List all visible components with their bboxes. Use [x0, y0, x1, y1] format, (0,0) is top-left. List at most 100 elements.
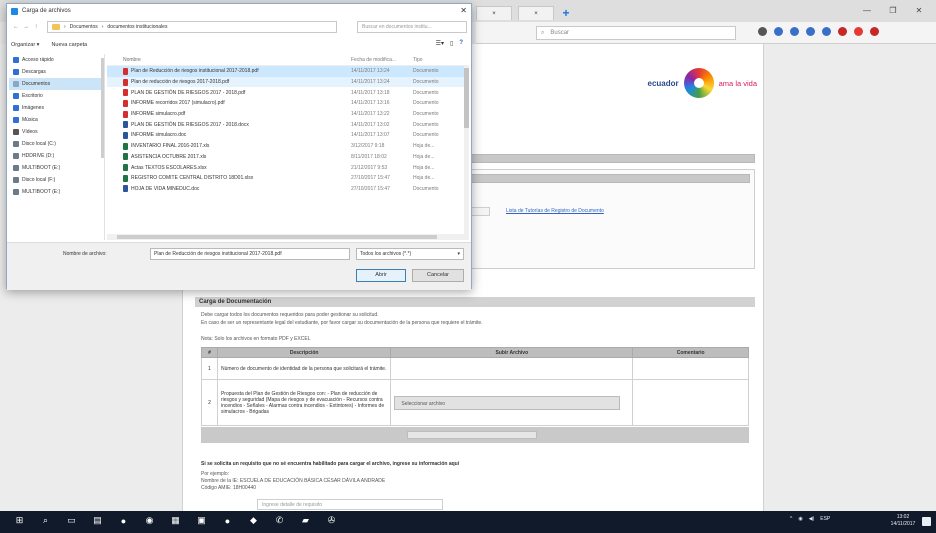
browser-tab[interactable]: × [476, 6, 512, 20]
forward-arrow-icon[interactable]: → [21, 24, 31, 30]
network-icon[interactable]: ◉ [798, 516, 802, 522]
nav-item[interactable]: Disco local (F:) [9, 174, 104, 186]
nav-item[interactable]: MULTIBOOT (E:) [9, 186, 104, 198]
folder-icon[interactable]: ▰ [300, 515, 311, 526]
select-file-label: Seleccionar archivo [401, 400, 446, 407]
chrome-icon[interactable]: ◉ [144, 515, 155, 526]
file-type-filter[interactable]: Todos los archivos (*.*) ▾ [356, 248, 464, 260]
back-arrow-icon[interactable]: ← [11, 24, 21, 30]
file-row[interactable]: INFORME simulacro.doc 14/11/2017 13:07 Doc… [107, 130, 469, 141]
minimize-icon[interactable]: — [854, 2, 880, 18]
docs-section-title: Carga de Documentación [195, 297, 755, 307]
logo-mark-icon [683, 68, 714, 98]
steam-icon[interactable]: ✇ [326, 515, 337, 526]
search-icon[interactable]: ⌕ [40, 515, 51, 526]
extension-icon[interactable] [870, 27, 879, 36]
help-icon[interactable]: ? [459, 40, 463, 47]
hscroll-thumb[interactable] [117, 235, 437, 239]
maximize-icon[interactable]: ❐ [880, 2, 906, 18]
extension-icon[interactable] [758, 27, 767, 36]
cancel-button[interactable]: Cancelar [412, 269, 464, 282]
opera-icon[interactable]: ● [222, 515, 233, 526]
phone-icon[interactable]: ✆ [274, 515, 285, 526]
breadcrumb-segment[interactable]: Documentos [70, 24, 98, 30]
nav-item[interactable]: Escritorio [9, 90, 104, 102]
file-name-cell: INFORME recorridos 2017 (simulacro).pdf [107, 99, 351, 107]
up-arrow-icon[interactable]: ↑ [31, 24, 41, 30]
requirement-detail-input[interactable]: Ingrese detalle de requisito [257, 499, 443, 510]
browser-search-field[interactable]: ⌕ Buscar [536, 26, 736, 40]
extension-icon[interactable] [854, 27, 863, 36]
extension-icon[interactable] [790, 27, 799, 36]
keyboard-language[interactable]: ESP [820, 516, 830, 522]
file-list-vscroll[interactable] [464, 66, 469, 234]
taskbar-clock[interactable]: 13:02 14/11/2017 [888, 514, 918, 528]
windows-logo-icon[interactable]: ⊞ [14, 515, 25, 526]
file-row[interactable]: INFORME simulacro.pdf 14/11/2017 13:22 Doc… [107, 109, 469, 120]
column-name[interactable]: Nombre [107, 57, 351, 63]
volume-icon[interactable]: ◀) [809, 516, 815, 522]
file-list-header: Nombre Fecha de modifica... Tipo [107, 54, 469, 66]
extension-icon[interactable] [774, 27, 783, 36]
upload-button[interactable] [407, 431, 537, 439]
dialog-close-icon[interactable]: ✕ [460, 6, 467, 15]
column-date[interactable]: Fecha de modifica... [351, 57, 413, 63]
notifications-icon[interactable] [922, 517, 931, 526]
nav-item[interactable]: Descargas [9, 66, 104, 78]
file-name-cell: REGISTRO COMITÉ CENTRAL DISTRITO 18D01.x… [107, 174, 351, 182]
extension-icon[interactable] [822, 27, 831, 36]
extension-icon[interactable] [806, 27, 815, 36]
file-row[interactable]: Plan de reducción de riesgos 2017-2018.p… [107, 76, 469, 88]
file-row[interactable]: REGISTRO COMITÉ CENTRAL DISTRITO 18D01.x… [107, 173, 469, 184]
taskbar-apps: ⊞ ⌕ ▭ ▤ ● ◉ ▦ ▣ ● ◆ ✆ ▰ ✇ [14, 515, 337, 526]
nav-item[interactable]: Música [9, 114, 104, 126]
firefox-icon[interactable]: ● [118, 515, 129, 526]
file-list-hscroll[interactable] [107, 234, 469, 240]
open-button[interactable]: Abrir [356, 269, 406, 282]
file-row[interactable]: INFORME recorridos 2017 (simulacro).pdf 1… [107, 98, 469, 109]
col-num: # [201, 347, 218, 358]
close-window-icon[interactable]: ✕ [906, 2, 932, 18]
new-folder-button[interactable]: Nueva carpeta [51, 42, 87, 48]
file-row[interactable]: INVENTARIO FINAL 2016-2017.xls 3/12/2017 … [107, 141, 469, 152]
nav-item[interactable]: Imágenes [9, 102, 104, 114]
file-row[interactable]: PLAN DE GESTIÓN DE RIESGOS 2017 - 2018.p… [107, 87, 469, 98]
breadcrumb-segment[interactable]: documentos institucionales [107, 24, 167, 30]
dialog-search-input[interactable]: Buscar en documentos institu... [357, 21, 467, 33]
table-row: 2 Propuesta del Plan de Gestión de Riesg… [201, 379, 749, 426]
nav-item[interactable]: HDDRIVE (D:) [9, 150, 104, 162]
column-type[interactable]: Tipo [413, 57, 453, 63]
view-options-icon[interactable]: ☰▾ [436, 40, 444, 47]
new-tab-button[interactable]: + [560, 6, 572, 20]
extension-icon[interactable] [838, 27, 847, 36]
nav-item[interactable]: MULTIBOOT (E:) [9, 162, 104, 174]
organize-button[interactable]: Organizar ▾ [11, 42, 39, 48]
tray-chevron-icon[interactable]: ^ [790, 516, 792, 522]
nav-item[interactable]: Acceso rápido [9, 54, 104, 66]
file-row[interactable]: Plan de Reducción de riesgos institucion… [107, 66, 469, 77]
tab-close-icon[interactable]: × [534, 11, 538, 17]
select-file-button[interactable]: Seleccionar archivo [394, 395, 621, 410]
file-explorer-icon[interactable]: ▤ [92, 515, 103, 526]
apps-icon[interactable]: ◆ [248, 515, 259, 526]
browser-tab[interactable]: × [518, 6, 554, 20]
file-row[interactable]: Actas TEXTOS ESCOLARES.xlsx 21/12/2017 9:… [107, 162, 469, 173]
nav-item[interactable]: Disco local (C:) [9, 138, 104, 150]
preview-pane-icon[interactable]: ▯ [450, 40, 453, 47]
file-name-text: INFORME recorridos 2017 (simulacro).pdf [131, 100, 225, 107]
store-icon[interactable]: ▦ [170, 515, 181, 526]
file-row[interactable]: PLAN DE GESTIÓN DE RIESGOS 2017 - 2018.d… [107, 119, 469, 130]
nav-item[interactable]: Documentos [9, 78, 104, 90]
file-row[interactable]: HOJA DE VIDA MINEDUC.doc 27/10/2017 15:47… [107, 184, 469, 195]
teacher-field[interactable] [470, 207, 490, 216]
nav-scrollbar[interactable] [101, 58, 104, 158]
nav-item[interactable]: Vídeos [9, 126, 104, 138]
teacher-list-link[interactable]: Lista de Tutorías de Registro de Documen… [506, 208, 604, 214]
task-view-icon[interactable]: ▭ [66, 515, 77, 526]
vscroll-thumb[interactable] [464, 68, 469, 128]
file-name-input[interactable]: Plan de Reducción de riesgos institucion… [150, 248, 350, 260]
path-breadcrumb[interactable]: › Documentos › documentos institucionale… [47, 21, 337, 33]
file-row[interactable]: ASISTENCIA OCTUBRE 2017.xls 8/11/2017 18:… [107, 152, 469, 163]
tab-close-icon[interactable]: × [492, 11, 496, 17]
photos-icon[interactable]: ▣ [196, 515, 207, 526]
